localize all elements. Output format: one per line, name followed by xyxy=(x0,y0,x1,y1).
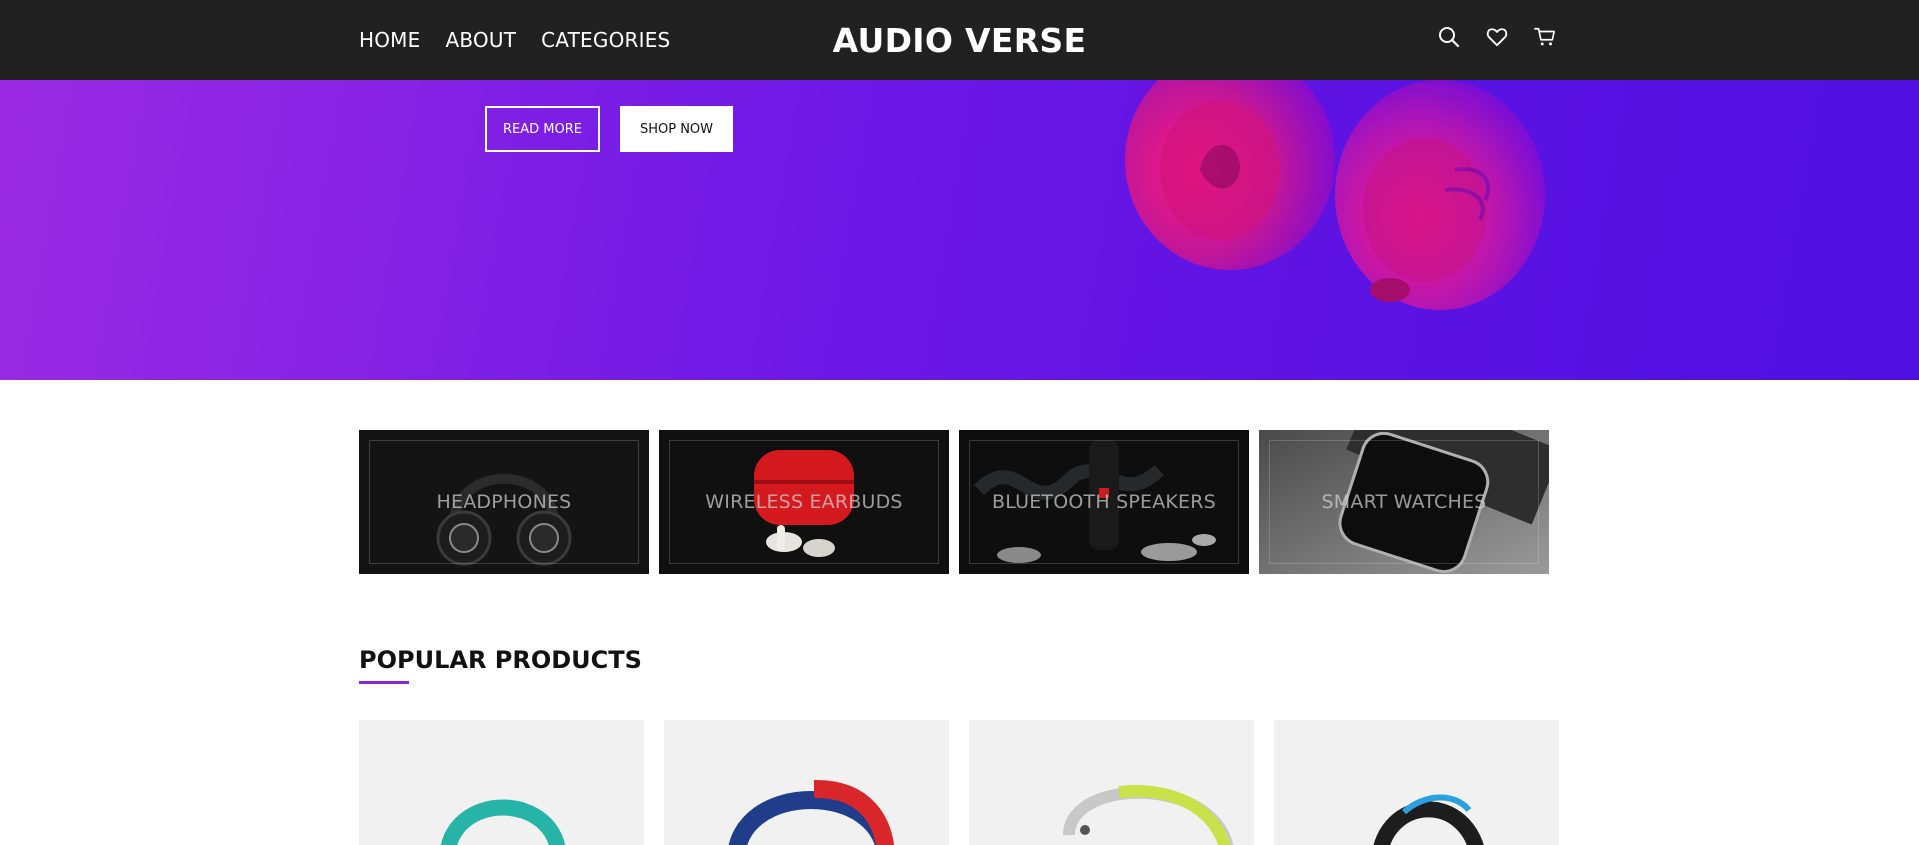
category-tile-wireless-earbuds[interactable]: WIRELESS EARBUDS xyxy=(659,430,949,574)
category-label: SMART WATCHES xyxy=(1321,491,1487,513)
product-image-blue-headphones xyxy=(1373,794,1484,845)
heart-icon[interactable] xyxy=(1484,24,1510,50)
hero-banner: READ MORE SHOP NOW xyxy=(0,80,1919,380)
category-tiles: HEADPHONES WIRELESS EARBUDS BLUETOOTH SP… xyxy=(359,430,1549,574)
category-tile-bluetooth-speakers[interactable]: BLUETOOTH SPEAKERS xyxy=(959,430,1249,574)
popular-products-title: POPULAR PRODUCTS xyxy=(359,646,642,674)
category-tile-smart-watches[interactable]: SMART WATCHES xyxy=(1259,430,1549,574)
category-label: BLUETOOTH SPEAKERS xyxy=(992,491,1216,513)
category-tile-headphones[interactable]: HEADPHONES xyxy=(359,430,649,574)
nav-categories-link[interactable]: CATEGORIES xyxy=(541,28,670,52)
shop-now-button[interactable]: SHOP NOW xyxy=(620,106,733,152)
nav-about-link[interactable]: ABOUT xyxy=(445,28,516,52)
product-card[interactable] xyxy=(969,720,1254,845)
category-label: WIRELESS EARBUDS xyxy=(705,491,903,513)
product-image-teal-headphones xyxy=(440,799,566,845)
cart-icon[interactable] xyxy=(1532,24,1558,50)
header-icons xyxy=(1436,24,1558,50)
title-underline xyxy=(359,681,409,684)
product-card[interactable] xyxy=(664,720,949,845)
read-more-button[interactable]: READ MORE xyxy=(485,106,600,152)
product-grid xyxy=(359,720,1559,845)
category-label: HEADPHONES xyxy=(436,491,572,513)
nav-home-link[interactable]: HOME xyxy=(359,28,420,52)
site-logo[interactable]: AUDIO VERSE xyxy=(833,21,1087,60)
main-nav: HOME ABOUT CATEGORIES xyxy=(359,0,670,80)
product-image-lime-headphones xyxy=(1063,785,1234,845)
logo-container: AUDIO VERSE xyxy=(0,0,1919,80)
hero-headphones-image xyxy=(1125,80,1545,310)
product-card[interactable] xyxy=(1274,720,1559,845)
site-header: HOME ABOUT CATEGORIES AUDIO VERSE xyxy=(0,0,1919,80)
product-image-red-headphones xyxy=(728,779,894,845)
product-card[interactable] xyxy=(359,720,644,845)
search-icon[interactable] xyxy=(1436,24,1462,50)
